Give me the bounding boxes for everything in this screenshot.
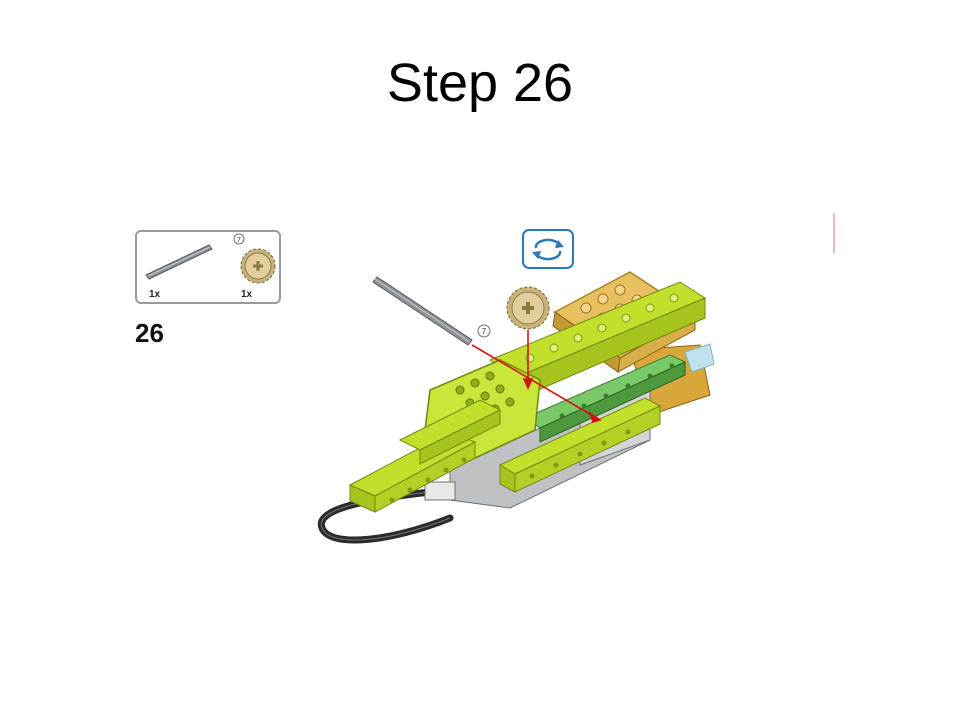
step-number: 26	[135, 318, 164, 348]
svg-text:7: 7	[237, 237, 241, 244]
axle-length-badge: 7	[233, 233, 245, 245]
parts-callout: 7 1x 1x	[135, 230, 281, 304]
axle-icon	[145, 244, 213, 280]
new-gear-part	[506, 286, 550, 330]
assembly-illustration: 7	[300, 260, 740, 565]
gear-quantity: 1x	[241, 289, 253, 300]
axle-quantity: 1x	[149, 289, 161, 300]
edge-mark	[833, 213, 835, 253]
axle-length-label: 7	[482, 327, 487, 336]
assembly-drawing: 7	[317, 271, 715, 544]
new-axle-part: 7	[372, 276, 491, 346]
slide-title: Step 26	[386, 53, 574, 113]
gear-24-tooth-icon	[240, 248, 276, 284]
